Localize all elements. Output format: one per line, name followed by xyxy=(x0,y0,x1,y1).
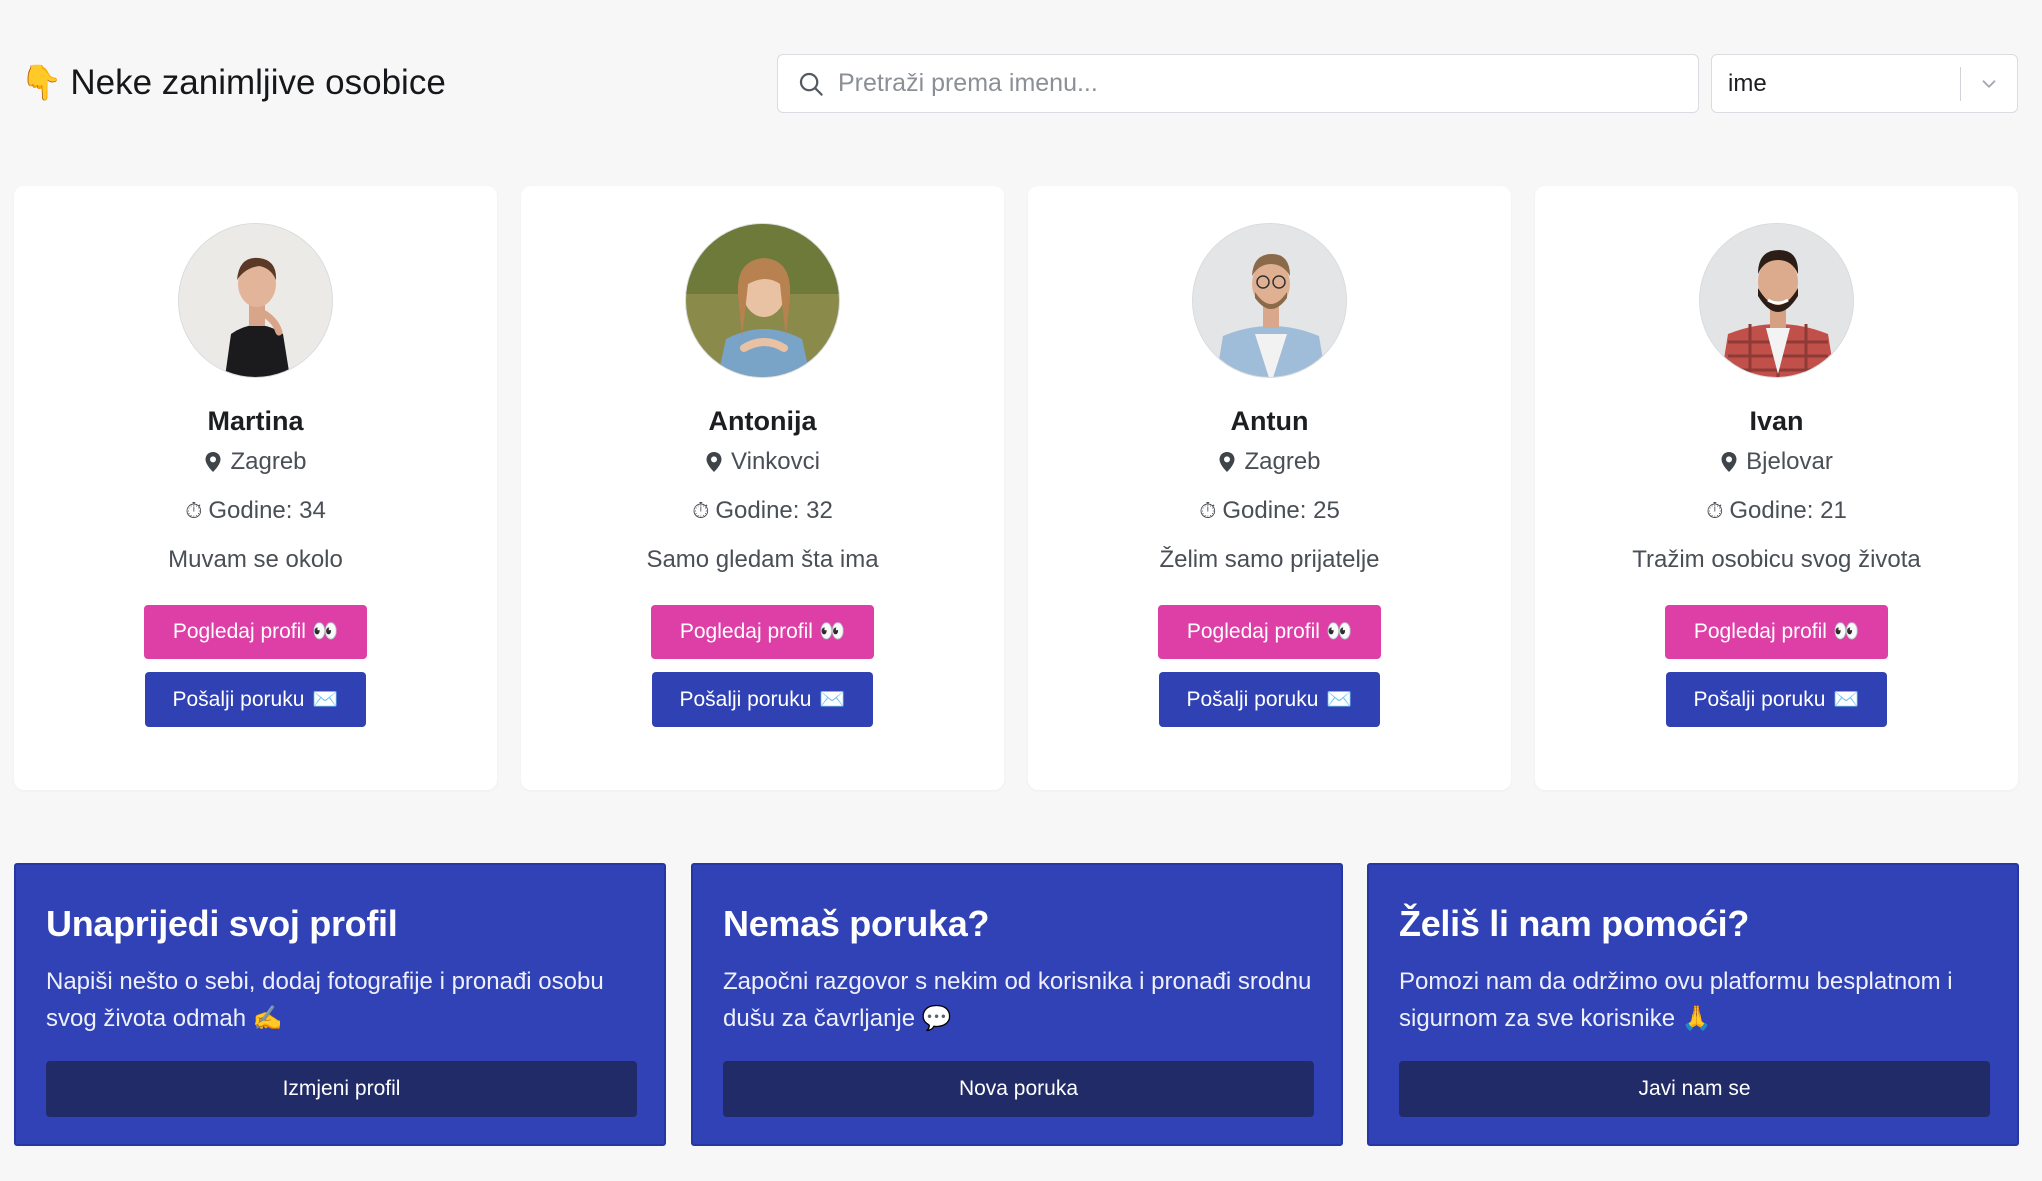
send-message-label: Pošalji poruku xyxy=(679,687,812,711)
profile-bio: Muvam se okolo xyxy=(168,546,343,573)
profile-city: Vinkovci xyxy=(731,448,820,475)
search-icon xyxy=(799,72,823,96)
profile-age-text: Godine: 34 xyxy=(208,497,326,524)
stopwatch-icon: ⏱ xyxy=(1706,498,1724,523)
promo-text: Napiši nešto o sebi, dodaj fotografije i… xyxy=(46,968,604,1032)
promo-help-us: Želiš li nam pomoći? Pomozi nam da održi… xyxy=(1367,863,2019,1146)
profile-city: Bjelovar xyxy=(1746,448,1833,475)
profile-bio: Samo gledam šta ima xyxy=(646,546,879,573)
profile-age: ⏱ Godine: 34 xyxy=(14,497,497,525)
profile-city: Zagreb xyxy=(230,448,307,475)
view-profile-button[interactable]: Pogledaj profil 👀 xyxy=(651,605,874,659)
avatar xyxy=(685,223,840,378)
eyes-icon: 👀 xyxy=(1325,620,1353,643)
promo-improve-profile: Unaprijedi svoj profil Napiši nešto o se… xyxy=(14,863,666,1146)
send-message-button[interactable]: Pošalji poruku ✉️ xyxy=(145,672,366,727)
profile-name: Antonija xyxy=(708,406,817,436)
avatar xyxy=(178,223,333,378)
sort-select[interactable]: ime xyxy=(1711,54,2018,113)
profile-name: Ivan xyxy=(1749,406,1804,436)
view-profile-label: Pogledaj profil xyxy=(172,620,306,643)
profile-age: ⏱ Godine: 21 xyxy=(1535,497,2018,525)
promo-title: Unaprijedi svoj profil xyxy=(46,903,398,944)
profile-location: Vinkovci xyxy=(521,448,1004,476)
header: 👇 Neke zanimljive osobice ime xyxy=(0,0,2042,170)
envelope-icon: ✉️ xyxy=(819,687,846,711)
view-profile-label: Pogledaj profil xyxy=(1693,620,1827,643)
map-pin-icon xyxy=(706,452,722,472)
promo-text: Započni razgovor s nekim od korisnika i … xyxy=(723,968,1312,1032)
eyes-icon: 👀 xyxy=(1832,620,1860,643)
promo-no-messages: Nemaš poruka? Započni razgovor s nekim o… xyxy=(691,863,1343,1146)
profile-city: Zagreb xyxy=(1244,448,1321,475)
avatar xyxy=(1192,223,1347,378)
profile-bio: Tražim osobicu svog života xyxy=(1632,546,1921,573)
promo-title: Nemaš poruka? xyxy=(723,903,990,944)
profile-location: Zagreb xyxy=(1028,448,1511,476)
send-message-label: Pošalji poruku xyxy=(1693,687,1826,711)
profile-age-text: Godine: 21 xyxy=(1729,497,1847,524)
view-profile-label: Pogledaj profil xyxy=(679,620,813,643)
contact-us-button[interactable]: Javi nam se xyxy=(1399,1061,1990,1117)
chevron-down-icon xyxy=(1982,79,1996,88)
map-pin-icon xyxy=(205,452,221,472)
search-input[interactable] xyxy=(838,55,1658,112)
eyes-icon: 👀 xyxy=(818,620,846,643)
profile-card: Ivan Bjelovar ⏱ Godine: 21 Tražim osobic… xyxy=(1535,186,2018,790)
profile-age: ⏱ Godine: 32 xyxy=(521,497,1004,525)
send-message-button[interactable]: Pošalji poruku ✉️ xyxy=(1666,672,1887,727)
eyes-icon: 👀 xyxy=(311,620,339,643)
profile-card: Antun Zagreb ⏱ Godine: 25 Želim samo pri… xyxy=(1028,186,1511,790)
select-toggle[interactable] xyxy=(1961,54,2017,113)
profile-location: Bjelovar xyxy=(1535,448,2018,476)
envelope-icon: ✉️ xyxy=(312,687,339,711)
pointing-down-icon: 👇 xyxy=(20,64,63,102)
send-message-button[interactable]: Pošalji poruku ✉️ xyxy=(1159,672,1380,727)
envelope-icon: ✉️ xyxy=(1833,687,1860,711)
stopwatch-icon: ⏱ xyxy=(692,498,710,523)
avatar xyxy=(1699,223,1854,378)
view-profile-button[interactable]: Pogledaj profil 👀 xyxy=(1158,605,1381,659)
envelope-icon: ✉️ xyxy=(1326,687,1353,711)
promo-title: Želiš li nam pomoći? xyxy=(1399,903,1750,944)
page-title: 👇 Neke zanimljive osobice xyxy=(20,58,446,108)
profile-cards: Martina Zagreb ⏱ Godine: 34 Muvam se oko… xyxy=(14,186,2030,790)
profile-age: ⏱ Godine: 25 xyxy=(1028,497,1511,525)
edit-profile-button[interactable]: Izmjeni profil xyxy=(46,1061,637,1117)
send-message-label: Pošalji poruku xyxy=(1186,687,1319,711)
page-title-text: Neke zanimljive osobice xyxy=(70,63,446,102)
profile-location: Zagreb xyxy=(14,448,497,476)
profile-name: Antun xyxy=(1230,406,1309,436)
profile-card: Martina Zagreb ⏱ Godine: 34 Muvam se oko… xyxy=(14,186,497,790)
view-profile-button[interactable]: Pogledaj profil 👀 xyxy=(1665,605,1888,659)
map-pin-icon xyxy=(1219,452,1235,472)
search-box[interactable] xyxy=(777,54,1699,113)
profile-age-text: Godine: 25 xyxy=(1222,497,1340,524)
send-message-button[interactable]: Pošalji poruku ✉️ xyxy=(652,672,873,727)
map-pin-icon xyxy=(1721,452,1737,472)
profile-age-text: Godine: 32 xyxy=(715,497,833,524)
promo-text: Pomozi nam da održimo ovu platformu besp… xyxy=(1399,968,1953,1032)
view-profile-label: Pogledaj profil xyxy=(1186,620,1320,643)
page: 👇 Neke zanimljive osobice ime xyxy=(0,0,2042,1181)
profile-name: Martina xyxy=(207,406,304,436)
sort-select-value: ime xyxy=(1728,69,1767,97)
stopwatch-icon: ⏱ xyxy=(1199,498,1217,523)
profile-card: Antonija Vinkovci ⏱ Godine: 32 Samo gled… xyxy=(521,186,1004,790)
stopwatch-icon: ⏱ xyxy=(185,498,203,523)
send-message-label: Pošalji poruku xyxy=(172,687,305,711)
new-message-button[interactable]: Nova poruka xyxy=(723,1061,1314,1117)
profile-bio: Želim samo prijatelje xyxy=(1159,546,1380,573)
promo-panels: Unaprijedi svoj profil Napiši nešto o se… xyxy=(14,863,2020,1146)
view-profile-button[interactable]: Pogledaj profil 👀 xyxy=(144,605,367,659)
